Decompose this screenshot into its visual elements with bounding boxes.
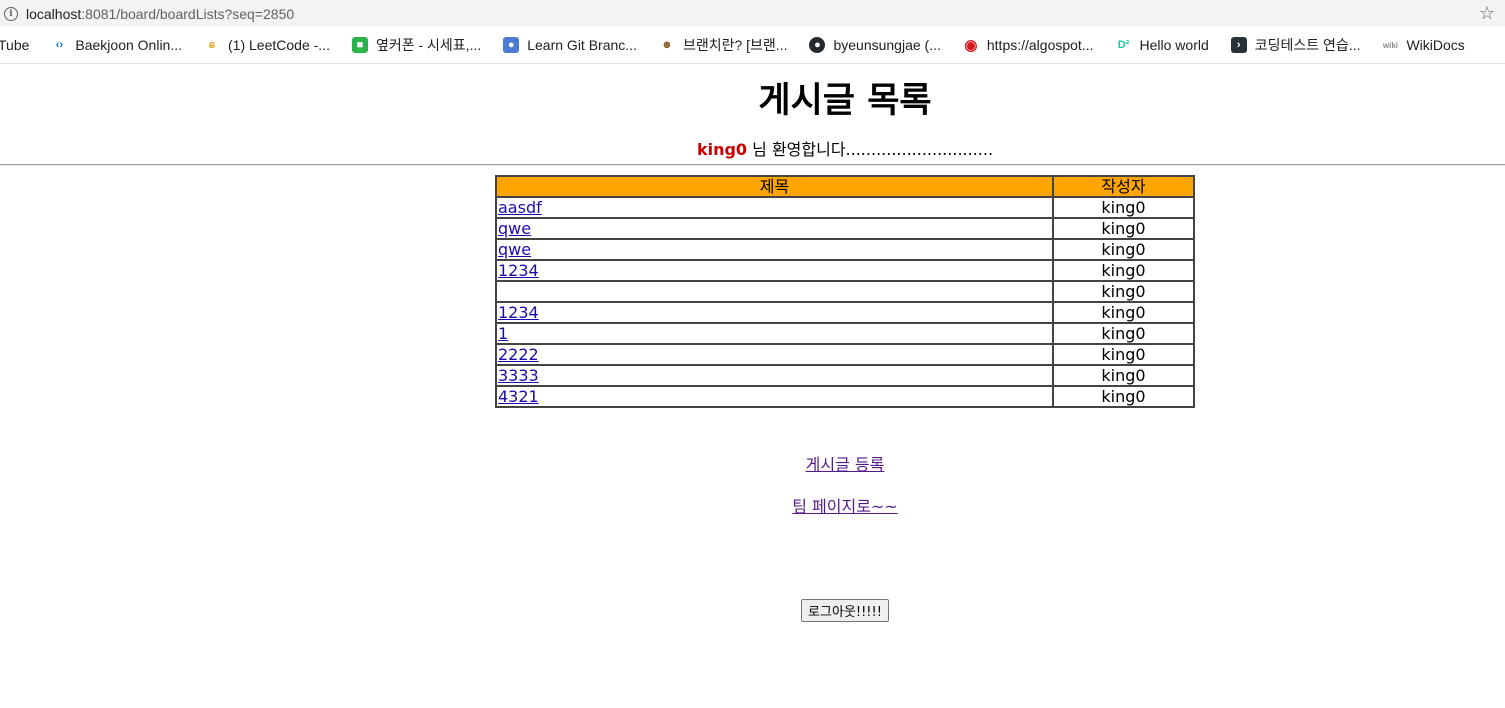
post-title-link[interactable]: 1	[498, 324, 508, 343]
bookmark-learn-git[interactable]: ● Learn Git Branc...	[503, 37, 637, 53]
bookmark-youtube[interactable]: Tube	[0, 37, 29, 53]
algospot-icon: ◉	[964, 37, 978, 54]
table-row: aasdf king0	[495, 196, 1195, 219]
logout-button[interactable]: 로그아웃!!!!!	[801, 599, 889, 622]
git-icon: ●	[503, 37, 520, 53]
post-title-link[interactable]: qwe	[498, 240, 531, 259]
welcome-username: king0	[696, 140, 748, 159]
post-title-link[interactable]: 1234	[498, 261, 539, 280]
post-author-cell: king0	[1052, 301, 1195, 324]
bookmarks-bar: Tube ‹› Baekjoon Onlin... ɕ (1) LeetCode…	[0, 27, 1505, 64]
bookmark-algospot[interactable]: ◉ https://algospot...	[963, 37, 1094, 54]
post-title-cell	[495, 280, 1054, 303]
branch-icon: ☻	[661, 39, 673, 51]
post-title-cell: 4321	[495, 385, 1054, 408]
post-title-cell: qwe	[495, 217, 1054, 240]
phone-shop-icon: ■	[351, 37, 368, 53]
programmers-icon: ›	[1230, 37, 1247, 53]
bookmark-baekjoon[interactable]: ‹› Baekjoon Onlin...	[51, 37, 182, 53]
post-title-cell: 1234	[495, 259, 1054, 282]
table-row: 2222 king0	[495, 343, 1195, 366]
bookmark-label: Hello world	[1139, 37, 1209, 53]
leetcode-icon: ɕ	[208, 39, 216, 51]
post-title-link[interactable]: qwe	[498, 219, 531, 238]
d2-icon: D²	[1117, 39, 1130, 51]
welcome-message: king0 님 환영합니다...........................…	[0, 136, 1505, 160]
bookmark-label: 브랜치란? [브랜...	[682, 37, 788, 53]
table-row: 4321 king0	[495, 385, 1195, 408]
bookmark-branch[interactable]: ☻ 브랜치란? [브랜...	[659, 35, 788, 55]
post-author-cell: king0	[1052, 343, 1195, 366]
bookmark-star-icon[interactable]: ☆	[1479, 3, 1495, 24]
table-row: 3333 king0	[495, 364, 1195, 387]
post-author-cell: king0	[1052, 280, 1195, 303]
post-title-cell: 2222	[495, 343, 1054, 366]
post-title-cell: qwe	[495, 238, 1054, 261]
table-row: 1234 king0	[495, 301, 1195, 324]
column-header-author: 작성자	[1052, 175, 1195, 198]
post-title-link[interactable]: 4321	[498, 387, 539, 406]
bookmark-wikidocs[interactable]: wiki WikiDocs	[1382, 37, 1465, 53]
post-author-cell: king0	[1052, 259, 1195, 282]
post-author-cell: king0	[1052, 364, 1195, 387]
bookmark-label: 옆커폰 - 시세표,...	[375, 37, 482, 53]
bookmark-github[interactable]: ● byeunsungjae (...	[809, 37, 941, 53]
post-title-link[interactable]: 3333	[498, 366, 539, 385]
post-title-cell: 1	[495, 322, 1054, 345]
bookmark-phone-shop[interactable]: ■ 옆커폰 - 시세표,...	[351, 35, 482, 55]
address-bar[interactable]: i localhost:8081/board/boardLists?seq=28…	[0, 0, 1505, 27]
column-header-title: 제목	[495, 175, 1054, 198]
bookmark-label: (1) LeetCode -...	[228, 37, 330, 53]
bookmark-hello-world[interactable]: D² Hello world	[1116, 37, 1209, 53]
team-page-link[interactable]: 팀 페이지로~~	[792, 497, 898, 516]
baekjoon-icon: ‹›	[55, 39, 64, 51]
register-link-container: 게시글 등록	[0, 451, 1505, 475]
table-header-row: 제목 작성자	[495, 175, 1195, 198]
welcome-text: 님 환영합니다.............................	[747, 140, 994, 159]
bookmark-label: WikiDocs	[1406, 37, 1465, 53]
post-title-link[interactable]: 1234	[498, 303, 539, 322]
url-host: localhost	[26, 5, 82, 22]
wikidocs-icon: wiki	[1382, 40, 1399, 50]
table-row: qwe king0	[495, 217, 1195, 240]
bookmark-label: 코딩테스트 연습...	[1254, 37, 1361, 53]
bookmark-programmers[interactable]: › 코딩테스트 연습...	[1230, 35, 1361, 55]
bookmark-leetcode[interactable]: ɕ (1) LeetCode -...	[204, 37, 330, 53]
github-icon: ●	[809, 37, 826, 53]
table-row: 1234 king0	[495, 259, 1195, 282]
post-author-cell: king0	[1052, 385, 1195, 408]
post-title-cell: 1234	[495, 301, 1054, 324]
info-icon[interactable]: i	[4, 6, 18, 21]
post-author-cell: king0	[1052, 238, 1195, 261]
bookmark-label: Tube	[0, 37, 30, 53]
bookmark-label: byeunsungjae (...	[833, 37, 941, 53]
bookmark-label: Baekjoon Onlin...	[75, 37, 183, 53]
post-author-cell: king0	[1052, 196, 1195, 219]
board-table: 제목 작성자 aasdf king0 qwe king0 qwe king0 1…	[495, 175, 1195, 408]
register-post-link[interactable]: 게시글 등록	[806, 455, 885, 474]
post-title-link[interactable]: aasdf	[498, 198, 542, 217]
bookmark-label: Learn Git Branc...	[527, 37, 637, 53]
table-row: 1 king0	[495, 322, 1195, 345]
page-title: 게시글 목록	[758, 81, 932, 121]
url-path: :8081/board/boardLists?seq=2850	[81, 5, 295, 22]
post-author-cell: king0	[1052, 217, 1195, 240]
post-title-cell: 3333	[495, 364, 1054, 387]
post-title-link[interactable]: 2222	[498, 345, 539, 364]
bookmark-label: https://algospot...	[986, 37, 1094, 53]
url-text[interactable]: localhost:8081/board/boardLists?seq=2850	[26, 6, 294, 22]
divider	[0, 164, 1505, 166]
table-row: king0	[495, 280, 1195, 303]
post-author-cell: king0	[1052, 322, 1195, 345]
post-title-cell: aasdf	[495, 196, 1054, 219]
team-link-container: 팀 페이지로~~	[0, 493, 1505, 517]
table-row: qwe king0	[495, 238, 1195, 261]
